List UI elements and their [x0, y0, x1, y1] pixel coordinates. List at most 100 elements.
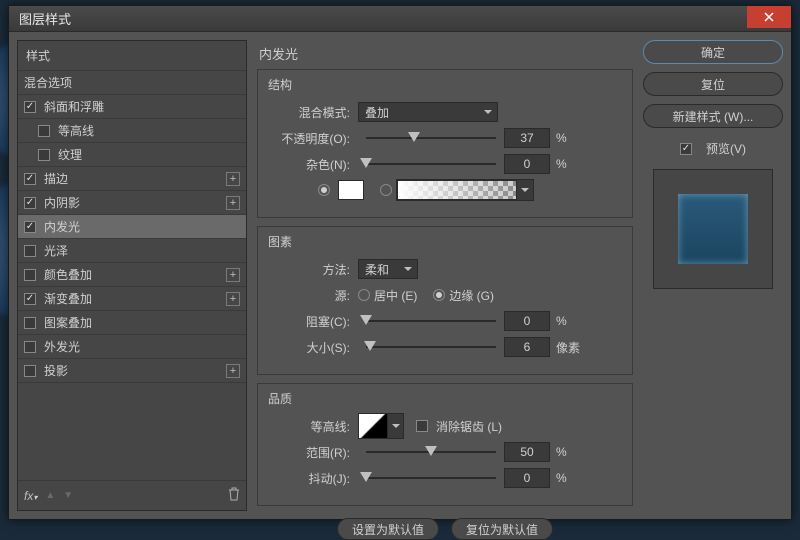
- make-default-button[interactable]: 设置为默认值: [337, 518, 439, 540]
- structure-group: 结构 混合模式: 叠加 不透明度(O): 37 % 杂色(N): 0 %: [257, 69, 633, 218]
- style-checkbox[interactable]: [24, 365, 36, 377]
- jitter-input[interactable]: 0: [504, 468, 550, 488]
- elements-title: 图素: [268, 233, 622, 250]
- noise-slider[interactable]: [366, 156, 496, 172]
- new-style-button[interactable]: 新建样式 (W)...: [643, 104, 783, 128]
- window-title: 图层样式: [19, 9, 71, 28]
- size-label: 大小(S):: [268, 339, 358, 356]
- add-effect-button[interactable]: +: [226, 268, 240, 282]
- source-label: 源:: [268, 287, 358, 304]
- style-item-11[interactable]: 投影 +: [18, 359, 246, 383]
- add-effect-button[interactable]: +: [226, 172, 240, 186]
- add-effect-button[interactable]: +: [226, 196, 240, 210]
- source-edge-label: 边缘 (G): [449, 287, 494, 304]
- chevron-down-icon: [388, 413, 404, 439]
- style-item-label: 内发光: [44, 218, 80, 235]
- gradient-radio[interactable]: [380, 184, 392, 196]
- style-checkbox[interactable]: [24, 101, 36, 113]
- range-label: 范围(R):: [268, 444, 358, 461]
- style-item-label: 描边: [44, 170, 68, 187]
- cancel-button[interactable]: 复位: [643, 72, 783, 96]
- style-item-7[interactable]: 颜色叠加 +: [18, 263, 246, 287]
- range-slider[interactable]: [366, 444, 496, 460]
- gradient-swatch: [397, 180, 517, 200]
- settings-panel: 内发光 结构 混合模式: 叠加 不透明度(O): 37 % 杂色(N): 0: [257, 40, 633, 511]
- style-checkbox[interactable]: [38, 149, 50, 161]
- choke-slider[interactable]: [366, 313, 496, 329]
- style-item-label: 渐变叠加: [44, 290, 92, 307]
- antialias-label: 消除锯齿 (L): [436, 418, 502, 435]
- source-center-radio[interactable]: [358, 289, 370, 301]
- style-item-3[interactable]: 描边 +: [18, 167, 246, 191]
- close-icon: [764, 12, 774, 22]
- size-input[interactable]: 6: [504, 337, 550, 357]
- style-item-2[interactable]: 纹理: [18, 143, 246, 167]
- noise-input[interactable]: 0: [504, 154, 550, 174]
- style-checkbox[interactable]: [24, 317, 36, 329]
- blending-options-label: 混合选项: [24, 74, 72, 91]
- style-item-10[interactable]: 外发光: [18, 335, 246, 359]
- quality-group: 品质 等高线: 消除锯齿 (L) 范围(R): 50 %: [257, 383, 633, 506]
- elements-group: 图素 方法: 柔和 源: 居中 (E) 边缘 (G) 阻塞(C): 0 %: [257, 226, 633, 375]
- style-checkbox[interactable]: [38, 125, 50, 137]
- style-checkbox[interactable]: [24, 269, 36, 281]
- style-checkbox[interactable]: [24, 341, 36, 353]
- blend-mode-label: 混合模式:: [268, 104, 358, 121]
- style-item-9[interactable]: 图案叠加: [18, 311, 246, 335]
- style-checkbox[interactable]: [24, 245, 36, 257]
- jitter-slider[interactable]: [366, 470, 496, 486]
- style-item-label: 等高线: [58, 122, 94, 139]
- style-item-label: 投影: [44, 362, 68, 379]
- source-center-label: 居中 (E): [374, 287, 417, 304]
- style-checkbox[interactable]: [24, 221, 36, 233]
- technique-select[interactable]: 柔和: [358, 259, 418, 279]
- source-edge-radio[interactable]: [433, 289, 445, 301]
- fx-icon[interactable]: fx▾: [24, 489, 37, 503]
- size-slider[interactable]: [366, 339, 496, 355]
- gradient-picker[interactable]: [396, 179, 534, 201]
- style-checkbox[interactable]: [24, 173, 36, 185]
- choke-label: 阻塞(C):: [268, 313, 358, 330]
- contour-swatch: [358, 413, 388, 439]
- structure-title: 结构: [268, 76, 622, 93]
- style-item-4[interactable]: 内阴影+: [18, 191, 246, 215]
- style-item-5[interactable]: 内发光: [18, 215, 246, 239]
- style-item-label: 颜色叠加: [44, 266, 92, 283]
- contour-picker[interactable]: [358, 413, 404, 439]
- preview-checkbox[interactable]: [680, 143, 692, 155]
- reset-default-button[interactable]: 复位为默认值: [451, 518, 553, 540]
- style-item-8[interactable]: 渐变叠加 +: [18, 287, 246, 311]
- close-button[interactable]: [747, 6, 791, 28]
- style-item-0[interactable]: 斜面和浮雕: [18, 95, 246, 119]
- style-checkbox[interactable]: [24, 197, 36, 209]
- chevron-down-icon: [517, 180, 533, 200]
- panel-title: 内发光: [257, 40, 633, 69]
- move-down-icon[interactable]: ▼: [63, 490, 73, 501]
- choke-input[interactable]: 0: [504, 311, 550, 331]
- color-radio[interactable]: [318, 184, 330, 196]
- blending-options-item[interactable]: 混合选项: [18, 71, 246, 95]
- style-checkbox[interactable]: [24, 293, 36, 305]
- preview-box: [653, 169, 773, 289]
- layer-style-dialog: 图层样式 样式 混合选项 斜面和浮雕等高线纹理描边+内阴影+内发光光泽颜色叠加+…: [8, 5, 792, 520]
- range-input[interactable]: 50: [504, 442, 550, 462]
- style-item-label: 斜面和浮雕: [44, 98, 104, 115]
- add-effect-button[interactable]: +: [226, 364, 240, 378]
- blend-mode-select[interactable]: 叠加: [358, 102, 498, 122]
- color-swatch[interactable]: [338, 180, 364, 200]
- titlebar[interactable]: 图层样式: [9, 6, 791, 32]
- move-up-icon[interactable]: ▲: [45, 490, 55, 501]
- right-column: 确定 复位 新建样式 (W)... 预览(V): [643, 40, 783, 511]
- style-item-label: 光泽: [44, 242, 68, 259]
- technique-label: 方法:: [268, 261, 358, 278]
- add-effect-button[interactable]: +: [226, 292, 240, 306]
- style-item-6[interactable]: 光泽: [18, 239, 246, 263]
- ok-button[interactable]: 确定: [643, 40, 783, 64]
- opacity-input[interactable]: 37: [504, 128, 550, 148]
- opacity-slider[interactable]: [366, 130, 496, 146]
- preview-label: 预览(V): [706, 140, 746, 157]
- style-item-1[interactable]: 等高线: [18, 119, 246, 143]
- antialias-checkbox[interactable]: [416, 420, 428, 432]
- trash-icon[interactable]: [228, 487, 240, 504]
- jitter-label: 抖动(J):: [268, 470, 358, 487]
